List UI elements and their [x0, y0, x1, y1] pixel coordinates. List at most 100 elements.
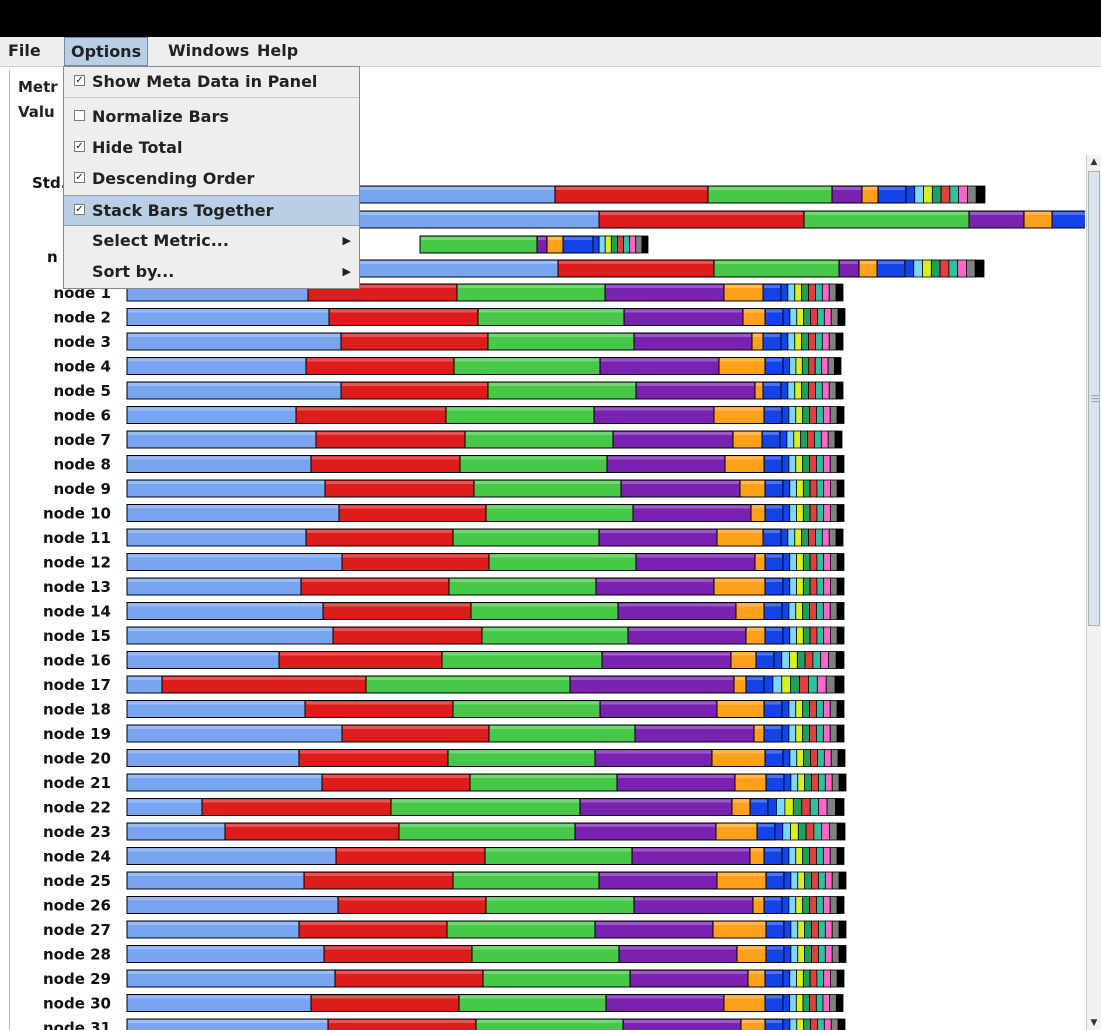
bar-segment-small[interactable] — [801, 357, 810, 375]
bar-segment-small[interactable] — [781, 406, 790, 424]
bar-segment-small[interactable] — [795, 994, 804, 1012]
bar-segment-small[interactable] — [828, 381, 837, 400]
bar-segment-small[interactable] — [801, 381, 809, 400]
bar-segment-small[interactable] — [804, 871, 812, 890]
bar-segment-small[interactable] — [808, 357, 816, 375]
bar-segment-small[interactable] — [780, 381, 789, 400]
bar-segment-small[interactable] — [809, 602, 817, 620]
node-bar[interactable] — [126, 822, 846, 841]
node-bar[interactable] — [126, 455, 845, 473]
bar-segment-small[interactable] — [808, 332, 816, 351]
node-bar[interactable] — [126, 896, 845, 914]
bar-segment-small[interactable] — [829, 822, 838, 841]
scroll-thumb[interactable]: — — — — [1088, 171, 1100, 626]
bar-segment-small[interactable] — [801, 528, 809, 547]
node-bar[interactable] — [126, 675, 845, 694]
bar-segment-small[interactable] — [795, 896, 804, 914]
bar-segment-small[interactable] — [789, 577, 797, 596]
bar-segment-small[interactable] — [795, 847, 804, 865]
bar-segment-small[interactable] — [808, 675, 818, 694]
bar-segment-small[interactable] — [801, 283, 809, 302]
bar-segment-small[interactable] — [796, 651, 806, 669]
bar-segment-small[interactable] — [818, 798, 828, 816]
bar-segment-small[interactable] — [782, 357, 790, 375]
bar-segment-small[interactable] — [784, 798, 794, 816]
bar-segment-small[interactable] — [788, 455, 797, 473]
bar-segment-small[interactable] — [794, 528, 803, 547]
bar-segment-small[interactable] — [949, 185, 960, 204]
bar-segment-small[interactable] — [802, 700, 810, 718]
bar-segment-small[interactable] — [772, 675, 783, 694]
bar-segment-small[interactable] — [795, 406, 804, 424]
bar-segment-small[interactable] — [830, 553, 838, 571]
bar-segment-small[interactable] — [822, 994, 831, 1012]
bar-segment-small[interactable] — [931, 185, 942, 204]
bar-segment-small[interactable] — [781, 651, 790, 669]
bar-segment-small[interactable] — [836, 700, 845, 718]
bar-segment-small[interactable] — [790, 945, 799, 963]
node-bar[interactable] — [126, 969, 845, 988]
bar-segment-small[interactable] — [822, 896, 831, 914]
bar-segment-small[interactable] — [816, 896, 824, 914]
bar-segment-small[interactable] — [809, 847, 817, 865]
bar-segment-small[interactable] — [824, 773, 833, 792]
bar-segment-small[interactable] — [816, 847, 824, 865]
bar-segment-small[interactable] — [796, 626, 804, 645]
bar-segment-small[interactable] — [814, 430, 822, 449]
node-bar[interactable] — [126, 577, 845, 596]
bar-segment-small[interactable] — [803, 1018, 811, 1030]
bar-segment-small[interactable] — [796, 504, 804, 522]
bar-segment-small[interactable] — [816, 577, 825, 596]
bar-segment-small[interactable] — [598, 235, 606, 254]
bar-segment-small[interactable] — [948, 259, 959, 278]
bar-segment-small[interactable] — [838, 920, 847, 939]
node-bar[interactable] — [126, 945, 847, 963]
bar-segment-small[interactable] — [794, 332, 803, 351]
bar-segment-small[interactable] — [782, 749, 791, 767]
bar-segment-small[interactable] — [789, 969, 797, 988]
bar-segment-small[interactable] — [790, 675, 800, 694]
bar-segment-small[interactable] — [836, 455, 845, 473]
bar-segment-small[interactable] — [802, 504, 811, 522]
bar-segment-small[interactable] — [836, 969, 845, 988]
bar-segment-small[interactable] — [823, 308, 832, 326]
bar-segment-small[interactable] — [788, 896, 797, 914]
bar-segment-small[interactable] — [836, 406, 845, 424]
bar-segment-small[interactable] — [808, 528, 816, 547]
bar-segment-small[interactable] — [804, 920, 812, 939]
bar-segment-small[interactable] — [835, 798, 845, 816]
bar-segment-small[interactable] — [802, 626, 811, 645]
bar-segment-small[interactable] — [830, 479, 838, 498]
bar-segment-small[interactable] — [809, 406, 817, 424]
bar-segment-small[interactable] — [629, 235, 637, 254]
bar-segment-small[interactable] — [834, 357, 842, 375]
bar-segment-small[interactable] — [617, 235, 624, 254]
bar-segment-small[interactable] — [802, 577, 811, 596]
bar-segment-small[interactable] — [824, 920, 833, 939]
bar-segment-small[interactable] — [974, 259, 985, 278]
bar-segment-small[interactable] — [809, 504, 818, 522]
bar-segment-small[interactable] — [788, 724, 797, 743]
bar-segment-small[interactable] — [822, 602, 831, 620]
node-bar[interactable] — [126, 847, 845, 865]
node-bar[interactable] — [126, 1018, 846, 1030]
bar-segment-small[interactable] — [836, 724, 845, 743]
bar-segment-small[interactable] — [794, 283, 803, 302]
bar-segment-small[interactable] — [795, 357, 803, 375]
bar-segment-small[interactable] — [802, 553, 811, 571]
bar-segment-small[interactable] — [830, 577, 838, 596]
bar-segment-small[interactable] — [835, 283, 844, 302]
bar-segment-small[interactable] — [789, 553, 797, 571]
bar-segment-small[interactable] — [797, 822, 807, 841]
bar-segment-small[interactable] — [835, 994, 844, 1012]
bar-segment-small[interactable] — [830, 749, 839, 767]
node-bar[interactable] — [126, 871, 847, 890]
bar-segment-small[interactable] — [821, 528, 830, 547]
bar-segment-small[interactable] — [834, 430, 843, 449]
bar-segment-small[interactable] — [796, 749, 805, 767]
bar-segment-small[interactable] — [803, 749, 811, 767]
bar-segment-small[interactable] — [836, 504, 845, 522]
bar-segment-small[interactable] — [828, 332, 837, 351]
scroll-up-arrow-icon[interactable]: ▲ — [1087, 155, 1101, 169]
bar-segment-small[interactable] — [815, 994, 824, 1012]
